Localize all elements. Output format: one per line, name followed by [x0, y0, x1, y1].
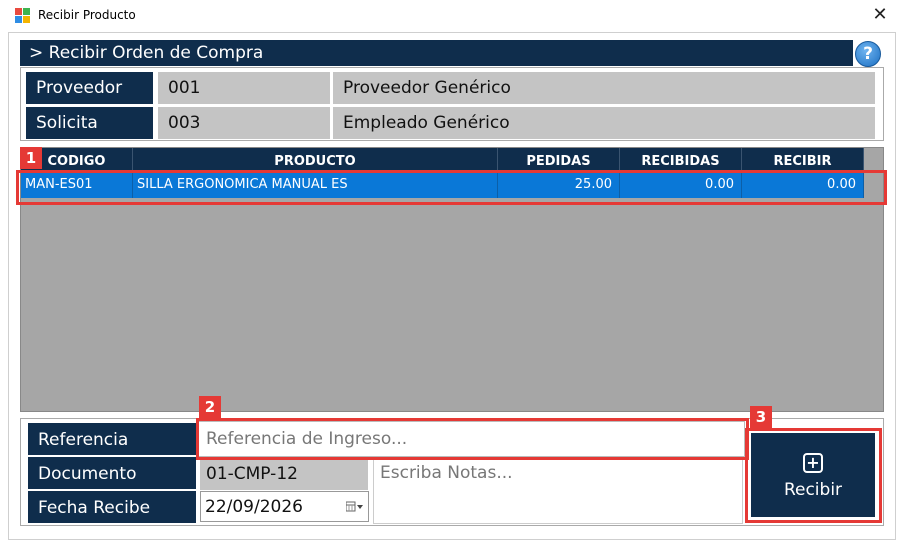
- column-header-recibir[interactable]: RECIBIR: [742, 148, 864, 172]
- title-bar: Recibir Producto ✕: [0, 0, 903, 32]
- help-icon[interactable]: ?: [855, 41, 881, 67]
- referencia-label: Referencia: [28, 423, 196, 455]
- column-header-pedidas[interactable]: PEDIDAS: [498, 148, 620, 172]
- grid-header: CODIGO PRODUCTO PEDIDAS RECIBIDAS RECIBI…: [21, 148, 864, 172]
- solicita-name: Empleado Genérico: [333, 107, 875, 139]
- date-value: 22/09/2026: [205, 497, 303, 517]
- recibir-button[interactable]: + Recibir: [751, 433, 875, 517]
- cell-producto[interactable]: SILLA ERGONOMICA MANUAL ES: [133, 172, 498, 198]
- annotation-badge-1: 1: [20, 147, 42, 169]
- page-title: > Recibir Orden de Compra: [20, 40, 853, 66]
- products-grid[interactable]: CODIGO PRODUCTO PEDIDAS RECIBIDAS RECIBI…: [20, 147, 884, 412]
- annotation-badge-2: 2: [199, 396, 221, 418]
- notes-textarea[interactable]: Escriba Notas...: [373, 458, 743, 524]
- recibir-button-label: Recibir: [783, 480, 843, 500]
- fecha-label: Fecha Recibe: [28, 491, 196, 523]
- calendar-dropdown-icon[interactable]: [346, 501, 364, 513]
- documento-value: 01-CMP-12: [200, 458, 368, 490]
- cell-pedidas[interactable]: 25.00: [498, 172, 620, 198]
- referencia-input[interactable]: Referencia de Ingreso...: [197, 421, 745, 457]
- proveedor-name: Proveedor Genérico: [333, 72, 875, 104]
- proveedor-label: Proveedor: [26, 72, 153, 104]
- window-title: Recibir Producto: [38, 8, 136, 22]
- cell-recibir[interactable]: 0.00: [742, 172, 864, 198]
- column-header-producto[interactable]: PRODUCTO: [133, 148, 498, 172]
- close-icon[interactable]: ✕: [866, 2, 894, 30]
- cell-codigo[interactable]: MAN-ES01: [21, 172, 133, 198]
- proveedor-code: 001: [158, 72, 330, 104]
- solicita-label: Solicita: [26, 107, 153, 139]
- column-header-recibidas[interactable]: RECIBIDAS: [620, 148, 742, 172]
- table-row[interactable]: MAN-ES01 SILLA ERGONOMICA MANUAL ES 25.0…: [21, 172, 864, 198]
- app-logo-icon: [15, 8, 31, 24]
- cell-recibidas[interactable]: 0.00: [620, 172, 742, 198]
- plus-icon: +: [803, 453, 823, 473]
- documento-label: Documento: [28, 457, 196, 489]
- solicita-code: 003: [158, 107, 330, 139]
- annotation-badge-3: 3: [750, 406, 772, 428]
- date-picker[interactable]: 22/09/2026: [200, 491, 369, 522]
